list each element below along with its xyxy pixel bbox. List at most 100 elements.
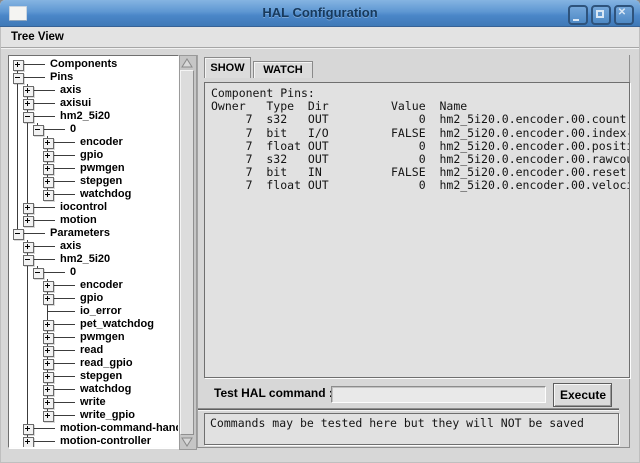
expand-plus-icon[interactable] bbox=[13, 60, 24, 71]
tree-connector-line bbox=[32, 246, 55, 247]
expand-plus-icon[interactable] bbox=[43, 177, 54, 188]
collapse-minus-icon[interactable] bbox=[33, 125, 44, 136]
tree-item-label[interactable]: motion bbox=[60, 214, 97, 227]
scroll-up-button[interactable] bbox=[180, 56, 194, 70]
tree-item-label[interactable]: axis bbox=[60, 84, 81, 97]
tree-item-label[interactable]: axisui bbox=[60, 97, 91, 110]
tree-item-label[interactable]: read_gpio bbox=[80, 357, 133, 370]
collapse-minus-icon[interactable] bbox=[23, 112, 34, 123]
tree-connector-line bbox=[52, 376, 75, 377]
expand-plus-icon[interactable] bbox=[43, 190, 54, 201]
tree-item-io_error: io_error bbox=[11, 305, 179, 318]
test-hal-command-label: Test HAL command : bbox=[214, 386, 333, 400]
collapse-minus-icon[interactable] bbox=[33, 268, 44, 279]
tree-connector-line bbox=[27, 123, 28, 136]
expand-plus-icon[interactable] bbox=[23, 203, 34, 214]
tree-item-label[interactable]: io_error bbox=[80, 305, 122, 318]
expand-plus-icon[interactable] bbox=[23, 424, 34, 435]
expand-plus-icon[interactable] bbox=[43, 138, 54, 149]
tree-connector-line bbox=[27, 149, 28, 162]
tree-item-label[interactable]: 0 bbox=[70, 123, 76, 136]
tree-item-label[interactable]: axis bbox=[60, 240, 81, 253]
tree-connector-line bbox=[32, 116, 55, 117]
tree-item-label[interactable]: motion-command-handl bbox=[60, 422, 179, 435]
collapse-minus-icon[interactable] bbox=[13, 229, 24, 240]
arrow-down-icon bbox=[182, 438, 192, 446]
tree-item-read_gpio: read_gpio bbox=[11, 357, 179, 370]
pin-output-text[interactable]: Component Pins: Owner Type Dir Value Nam… bbox=[204, 82, 630, 378]
tree-item-label[interactable]: write bbox=[80, 396, 106, 409]
tree-item-motion-command-handl: motion-command-handl bbox=[11, 422, 179, 435]
expand-plus-icon[interactable] bbox=[43, 164, 54, 175]
tree-connector-line bbox=[32, 220, 55, 221]
tree-connector-line bbox=[17, 97, 18, 110]
tree-connector-line bbox=[27, 409, 28, 422]
tree-item-label[interactable]: Parameters bbox=[50, 227, 110, 240]
expand-plus-icon[interactable] bbox=[43, 411, 54, 422]
tree-connector-line bbox=[17, 214, 18, 227]
expand-plus-icon[interactable] bbox=[23, 86, 34, 97]
tree-item-read: read bbox=[11, 344, 179, 357]
expand-plus-icon[interactable] bbox=[43, 281, 54, 292]
tree-item-label[interactable]: gpio bbox=[80, 149, 103, 162]
expand-plus-icon[interactable] bbox=[43, 320, 54, 331]
expand-plus-icon[interactable] bbox=[23, 437, 34, 448]
tree-item-label[interactable]: write_gpio bbox=[80, 409, 135, 422]
expand-plus-icon[interactable] bbox=[43, 346, 54, 357]
hal-command-input[interactable] bbox=[331, 386, 546, 403]
scrollbar-thumb[interactable] bbox=[180, 70, 194, 435]
tree-item-label[interactable]: encoder bbox=[80, 136, 123, 149]
tab-show[interactable]: SHOW bbox=[204, 57, 251, 78]
maximize-icon bbox=[596, 10, 604, 18]
tree-connector-line bbox=[27, 188, 28, 201]
tree-item-label[interactable]: stepgen bbox=[80, 370, 122, 383]
tree-connector-line bbox=[27, 279, 28, 292]
tree-connector-line bbox=[32, 103, 55, 104]
tree-item-label[interactable]: Components bbox=[50, 58, 117, 71]
expand-plus-icon[interactable] bbox=[43, 294, 54, 305]
expand-plus-icon[interactable] bbox=[23, 216, 34, 227]
tree-connector-line bbox=[22, 233, 45, 234]
tree-item-label[interactable]: hm2_5i20 bbox=[60, 110, 110, 123]
tree-connector-line bbox=[17, 136, 18, 149]
tree-item-label[interactable]: gpio bbox=[80, 292, 103, 305]
tree-item-label[interactable]: read bbox=[80, 344, 103, 357]
tree-connector-line bbox=[52, 324, 75, 325]
tree-item-label[interactable]: encoder bbox=[80, 279, 123, 292]
tree-scrollbar[interactable] bbox=[179, 55, 197, 450]
expand-plus-icon[interactable] bbox=[23, 99, 34, 110]
tree-item-0: 0 bbox=[11, 266, 179, 279]
tab-watch[interactable]: WATCH bbox=[253, 61, 313, 78]
expand-plus-icon[interactable] bbox=[43, 333, 54, 344]
expand-plus-icon[interactable] bbox=[43, 372, 54, 383]
tree-item-label[interactable]: pet_watchdog bbox=[80, 318, 154, 331]
tree-connector-line bbox=[22, 77, 45, 78]
tree-item-label[interactable]: watchdog bbox=[80, 188, 131, 201]
tree-item-label[interactable]: Pins bbox=[50, 71, 73, 84]
tree-item-label[interactable]: watchdog bbox=[80, 383, 131, 396]
scroll-down-button[interactable] bbox=[180, 435, 194, 449]
expand-plus-icon[interactable] bbox=[43, 151, 54, 162]
expand-plus-icon[interactable] bbox=[43, 359, 54, 370]
tree-item-label[interactable]: hm2_5i20 bbox=[60, 253, 110, 266]
titlebar[interactable]: HAL Configuration ✕ bbox=[0, 0, 640, 27]
expand-plus-icon[interactable] bbox=[43, 398, 54, 409]
close-button[interactable]: ✕ bbox=[614, 5, 634, 25]
execute-button[interactable]: Execute bbox=[553, 383, 612, 407]
tree-item-label[interactable]: pwmgen bbox=[80, 162, 125, 175]
tree-item-label[interactable]: stepgen bbox=[80, 175, 122, 188]
tree-item-label[interactable]: motion-controller bbox=[60, 435, 151, 448]
menu-tree-view[interactable]: Tree View bbox=[1, 29, 72, 43]
separator bbox=[198, 409, 619, 410]
tree-item-label[interactable]: 0 bbox=[70, 266, 76, 279]
collapse-minus-icon[interactable] bbox=[23, 255, 34, 266]
collapse-minus-icon[interactable] bbox=[13, 73, 24, 84]
expand-plus-icon[interactable] bbox=[43, 385, 54, 396]
tree-item-label[interactable]: iocontrol bbox=[60, 201, 107, 214]
menubar: Tree View bbox=[1, 27, 639, 48]
maximize-button[interactable] bbox=[591, 5, 611, 25]
expand-plus-icon[interactable] bbox=[23, 242, 34, 253]
minimize-button[interactable] bbox=[568, 5, 588, 25]
tree-view[interactable]: ComponentsPinsaxisaxisuihm2_5i200encoder… bbox=[8, 55, 179, 448]
tree-item-label[interactable]: pwmgen bbox=[80, 331, 125, 344]
